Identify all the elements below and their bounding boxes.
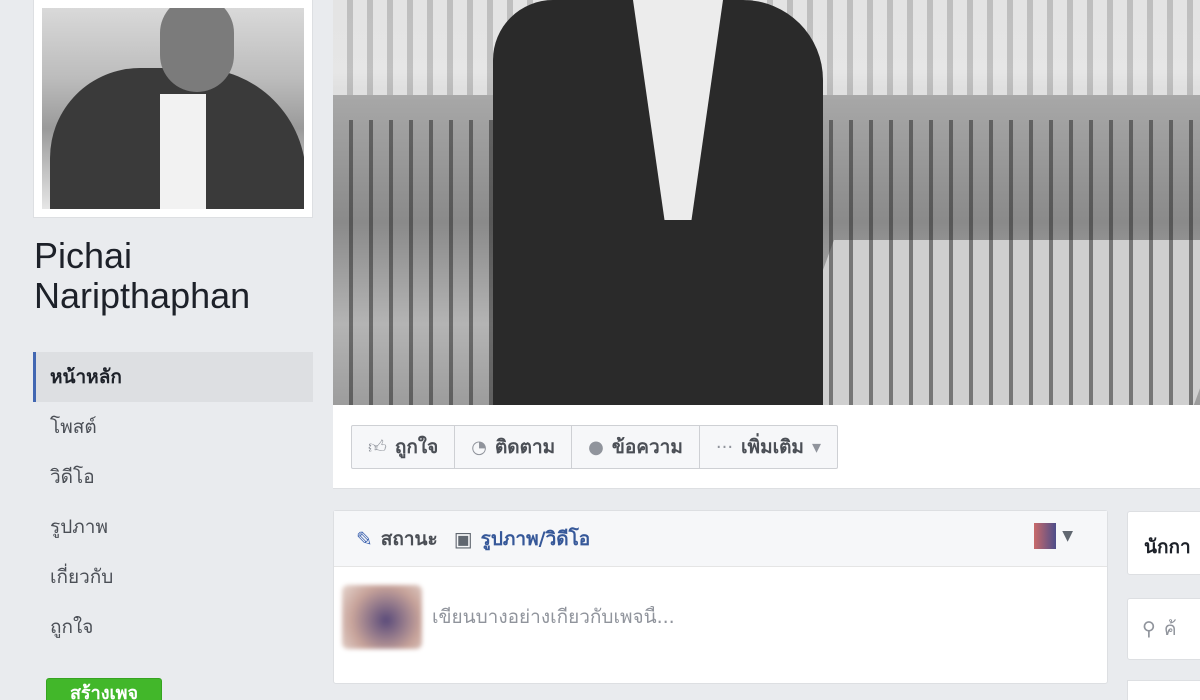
like-label: ถูกใจ [394, 436, 439, 458]
sidebar-item-videos[interactable]: วิดีโอ [33, 452, 313, 502]
right-search-text: ค้ [1163, 618, 1177, 640]
message-button[interactable]: ● ข้อความ [571, 425, 700, 469]
more-label: เพิ่มเติม [741, 436, 804, 458]
like-button[interactable]: 👍︎ ถูกใจ [351, 425, 456, 469]
ellipsis-icon: ··· [715, 436, 734, 458]
follow-label: ติดตาม [494, 436, 556, 458]
tab-status-label: สถานะ [380, 527, 438, 550]
composer-input[interactable] [432, 606, 1032, 628]
tab-photo-video-label: รูปภาพ/วิดีโอ [480, 527, 591, 550]
audience-selector[interactable]: ▼ [1034, 523, 1073, 549]
more-button[interactable]: ··· เพิ่มเติม ▾ [698, 425, 838, 469]
sidebar-item-likes[interactable]: ถูกใจ [33, 602, 313, 652]
follow-button[interactable]: ◔ ติดตาม [454, 425, 573, 469]
sidebar-item-posts[interactable]: โพสต์ [33, 402, 313, 452]
chevron-down-icon: ▼ [1062, 528, 1073, 544]
speech-bubble-icon: ● [588, 436, 604, 458]
sidebar-item-home[interactable]: หน้าหลัก [33, 352, 313, 402]
composer-input-row [334, 567, 1107, 667]
post-composer: ✎ สถานะ ▣ รูปภาพ/วิดีโอ ▼ [333, 510, 1108, 684]
tab-photo-video[interactable]: ▣ รูปภาพ/วิดีโอ [454, 524, 590, 554]
sidebar-nav: หน้าหลัก โพสต์ วิดีโอ รูปภาพ เกี่ยวกับ ถ… [33, 352, 313, 652]
rss-icon: ◔ [471, 436, 487, 458]
avatar [342, 585, 422, 649]
audience-avatar [1034, 523, 1057, 549]
right-info-card: นักกา [1127, 511, 1200, 575]
cover-photo[interactable] [333, 0, 1200, 405]
right-search-box[interactable]: ⚲ ค้ [1127, 598, 1200, 660]
message-label: ข้อความ [611, 436, 683, 458]
profile-photo [42, 8, 304, 209]
page-title[interactable]: Pichai Naripthaphan [34, 236, 324, 316]
create-page-button[interactable]: สร้างเพจ [46, 678, 162, 700]
sidebar-item-about[interactable]: เกี่ยวกับ [33, 552, 313, 602]
action-buttons: 👍︎ ถูกใจ ◔ ติดตาม ● ข้อความ ··· เพิ่มเติ… [351, 425, 838, 469]
search-icon: ⚲ [1142, 618, 1156, 640]
thumbs-up-icon: 👍︎ [368, 437, 387, 458]
right-bottom-card [1127, 680, 1200, 700]
camera-icon: ▣ [453, 526, 473, 551]
profile-picture[interactable] [33, 0, 313, 218]
sidebar-item-photos[interactable]: รูปภาพ [33, 502, 313, 552]
tab-status[interactable]: ✎ สถานะ [356, 524, 438, 554]
caret-down-icon: ▾ [811, 436, 821, 458]
page-action-bar: 👍︎ ถูกใจ ◔ ติดตาม ● ข้อความ ··· เพิ่มเติ… [333, 405, 1200, 489]
pencil-icon: ✎ [356, 526, 373, 551]
composer-tabs: ✎ สถานะ ▣ รูปภาพ/วิดีโอ ▼ [334, 511, 1107, 567]
